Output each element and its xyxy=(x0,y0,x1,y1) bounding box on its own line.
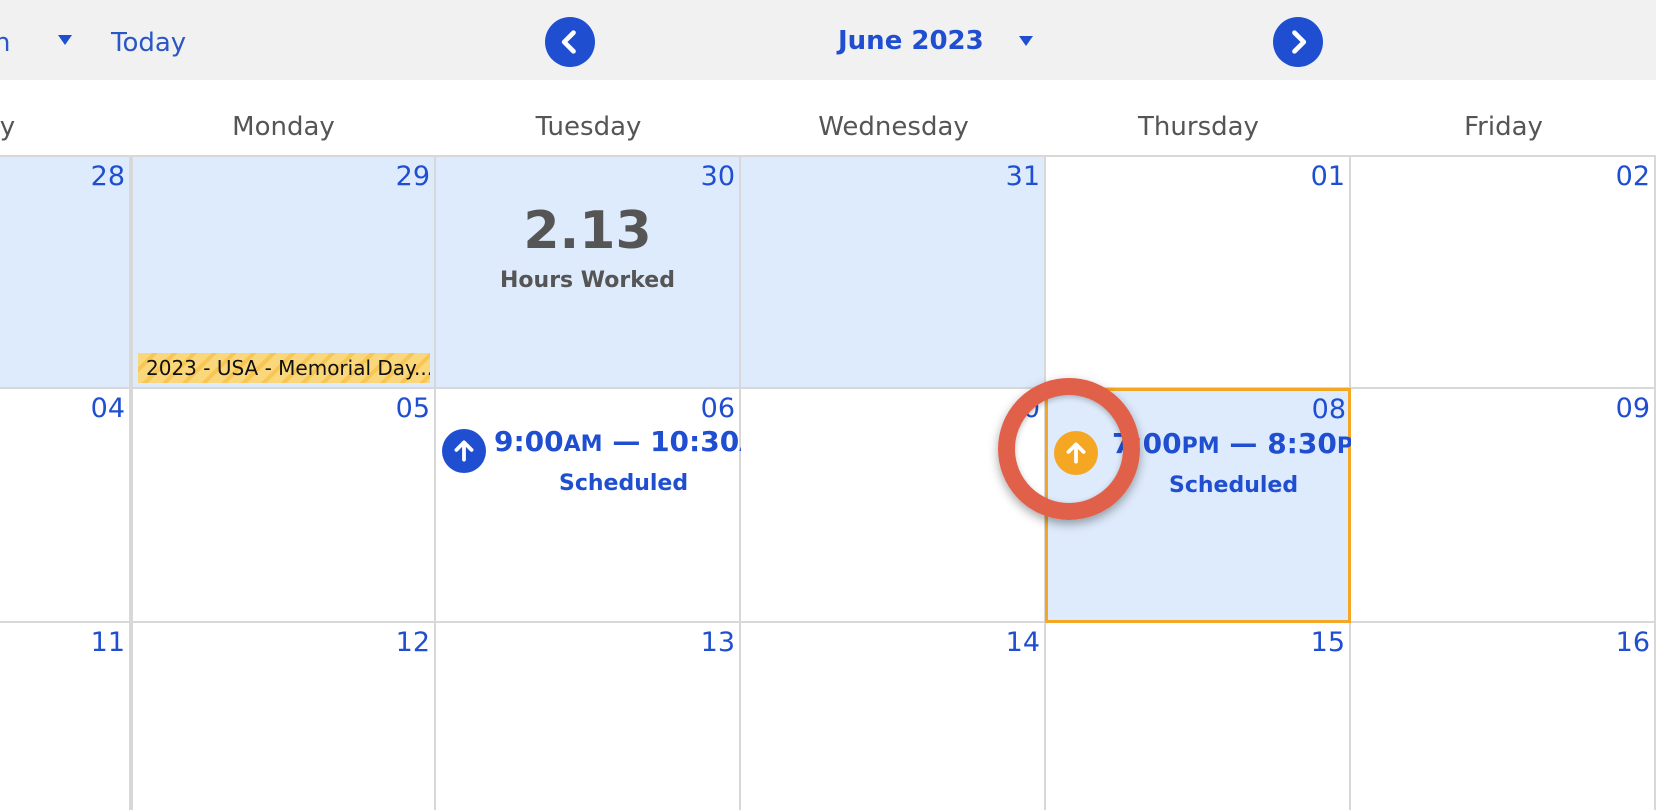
day-number: 29 xyxy=(395,161,430,192)
chevron-right-icon xyxy=(1292,30,1307,54)
day-number: 02 xyxy=(1615,161,1650,192)
day-number: 09 xyxy=(1615,393,1650,424)
day-number: 16 xyxy=(1615,627,1650,658)
hours-worked-value: 2.13 xyxy=(523,201,652,261)
shift-start-ampm: AM xyxy=(563,432,603,457)
day-cell[interactable]: 01 xyxy=(1046,155,1351,389)
shift-confirmed-icon[interactable] xyxy=(442,429,486,473)
arrow-up-icon xyxy=(454,440,474,462)
day-number: 06 xyxy=(700,393,735,424)
shift-start-time: 9:00 xyxy=(494,425,564,458)
day-cell[interactable]: 14 xyxy=(741,623,1046,810)
day-cell[interactable]: 04 xyxy=(0,389,131,623)
day-number: 15 xyxy=(1310,627,1345,658)
day-number: 14 xyxy=(1005,627,1040,658)
day-number: 13 xyxy=(700,627,735,658)
day-number: 01 xyxy=(1310,161,1345,192)
shift-end-time: 10:30 xyxy=(650,425,740,458)
shift-end-time: 8:30 xyxy=(1267,427,1337,460)
day-number: 11 xyxy=(90,627,125,658)
day-cell[interactable]: 13 xyxy=(436,623,741,810)
day-cell[interactable]: 06 9:00AM — 10:30AM Scheduled xyxy=(436,389,778,623)
day-cell[interactable]: 30 2.13 Hours Worked xyxy=(436,155,741,389)
day-cell[interactable]: 0 xyxy=(741,389,1046,623)
day-number: 28 xyxy=(90,161,125,192)
highlight-callout-ring xyxy=(998,378,1140,520)
shift-time[interactable]: 9:00AM — 10:30AM xyxy=(494,425,778,458)
weekday-header-tuesday: Tuesday xyxy=(535,112,642,142)
calendar-toolbar: h Today June 2023 xyxy=(0,0,1656,80)
shift-status: Scheduled xyxy=(1169,473,1299,498)
day-cell[interactable]: 05 xyxy=(131,389,436,623)
today-button[interactable]: Today xyxy=(111,28,186,58)
previous-month-button[interactable] xyxy=(545,17,595,67)
day-number: 12 xyxy=(395,627,430,658)
view-selector-label[interactable]: h xyxy=(0,28,10,58)
weekday-header-sunday: ay xyxy=(0,112,16,142)
next-month-button[interactable] xyxy=(1273,17,1323,67)
weekday-header-monday: Monday xyxy=(232,112,335,142)
day-number: 08 xyxy=(1311,394,1346,425)
hours-worked-label: Hours Worked xyxy=(500,268,675,293)
chevron-left-icon xyxy=(561,30,576,54)
day-cell[interactable]: 31 xyxy=(741,155,1046,389)
day-number: 31 xyxy=(1005,161,1040,192)
day-number: 05 xyxy=(395,393,430,424)
shift-start-ampm: PM xyxy=(1181,434,1220,459)
shift-separator: — xyxy=(1219,427,1268,460)
view-dropdown-icon[interactable] xyxy=(58,35,72,45)
weekday-header-wednesday: Wednesday xyxy=(818,112,969,142)
day-cell[interactable]: 12 xyxy=(131,623,436,810)
weekday-header-friday: Friday xyxy=(1464,112,1543,142)
weekday-header-thursday: Thursday xyxy=(1138,112,1259,142)
day-number: 30 xyxy=(700,161,735,192)
day-cell[interactable]: 16 xyxy=(1351,623,1656,810)
shift-status: Scheduled xyxy=(559,471,689,496)
day-cell[interactable]: 11 xyxy=(0,623,131,810)
shift-separator: — xyxy=(602,425,651,458)
day-number: 04 xyxy=(90,393,125,424)
day-cell[interactable]: 15 xyxy=(1046,623,1351,810)
month-dropdown-icon[interactable] xyxy=(1019,36,1033,46)
holiday-event[interactable]: 2023 - USA - Memorial Day... xyxy=(138,353,430,383)
day-cell[interactable]: 28 xyxy=(0,155,131,389)
day-cell[interactable]: 02 xyxy=(1351,155,1656,389)
month-selector[interactable]: June 2023 xyxy=(838,26,984,56)
day-cell[interactable]: 09 xyxy=(1351,389,1656,623)
shift-time[interactable]: 7:00PM — 8:30PM xyxy=(1112,427,1375,460)
day-cell[interactable]: 29 2023 - USA - Memorial Day... xyxy=(131,155,436,389)
